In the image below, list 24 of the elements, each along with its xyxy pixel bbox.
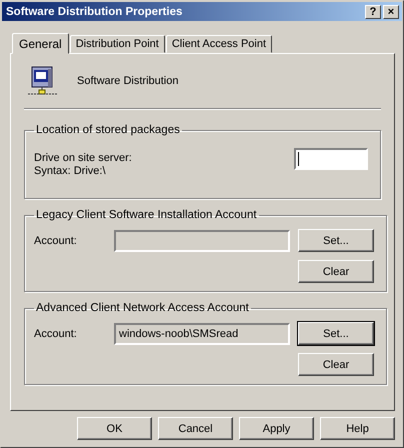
field-label: Drive on site server: [34, 152, 132, 165]
field-label: Account: [34, 328, 78, 340]
page-heading: Software Distribution [77, 75, 178, 87]
clear-button[interactable]: Clear [298, 353, 374, 376]
field-label: Account: [34, 234, 78, 246]
help-button[interactable]: ? [365, 4, 381, 18]
clear-button[interactable]: Clear [298, 260, 374, 283]
tab[interactable]: Client Access Point [166, 35, 272, 53]
tab[interactable]: General [12, 33, 69, 54]
window-title: Software Distribution Properties [6, 6, 182, 18]
set-button[interactable]: Set... [298, 322, 374, 345]
dialog-button[interactable]: Apply [239, 417, 314, 440]
group-title: Advanced Client Network Access Account [35, 302, 250, 314]
close-button[interactable]: × [383, 4, 399, 18]
set-button[interactable]: Set... [298, 229, 374, 252]
server-network-icon [27, 66, 59, 96]
dialog-button[interactable]: Cancel [158, 417, 233, 440]
field-label: Syntax: Drive:\ [34, 165, 107, 178]
dialog-button[interactable]: OK [77, 417, 152, 440]
input-field[interactable] [294, 148, 368, 170]
group-title: Legacy Client Software Installation Account [35, 209, 258, 221]
dialog-button[interactable]: Help [320, 417, 395, 440]
tab[interactable]: Distribution Point [70, 35, 165, 53]
group-title: Location of stored packages [35, 124, 181, 136]
